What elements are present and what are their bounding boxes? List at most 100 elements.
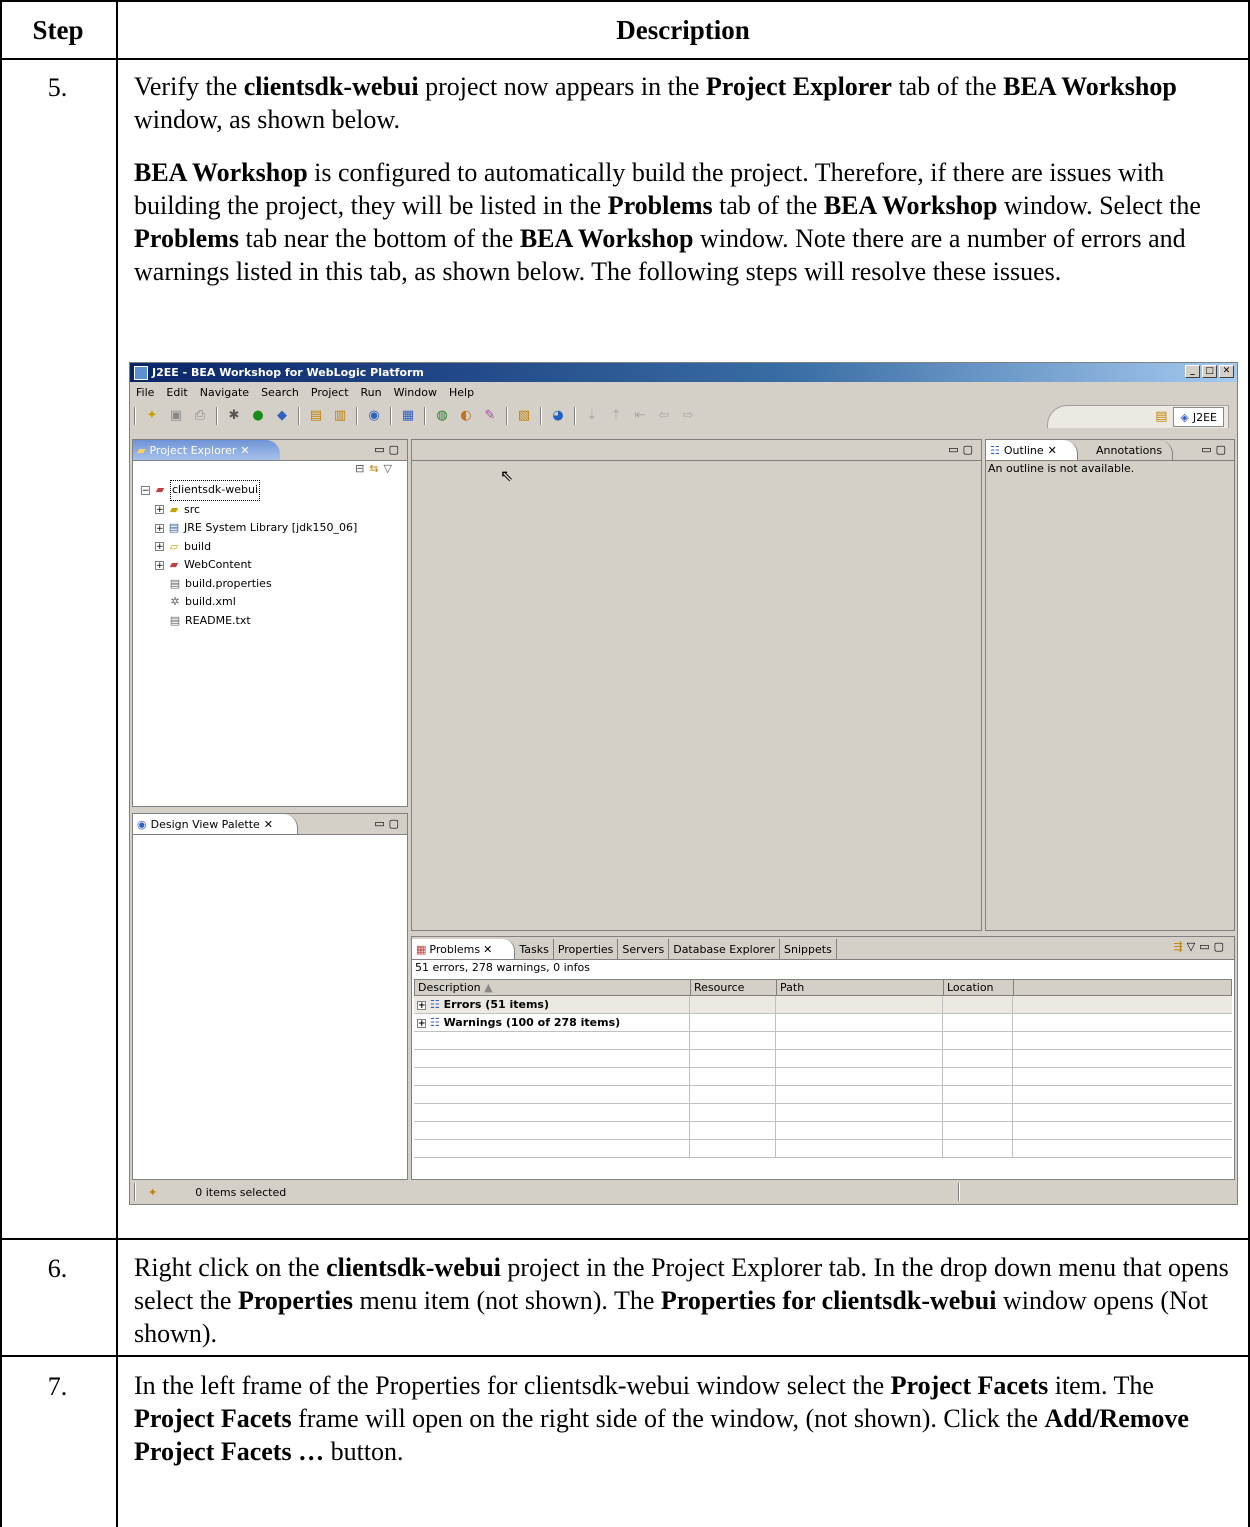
- menu-window[interactable]: Window: [388, 386, 443, 399]
- forward-icon[interactable]: ⇨: [680, 408, 696, 424]
- open-perspective-icon[interactable]: ▤: [1153, 409, 1169, 425]
- tab-label: Problems: [429, 942, 481, 956]
- column-path[interactable]: Path: [777, 980, 944, 995]
- expand-icon[interactable]: +: [417, 1000, 426, 1010]
- tree-item-webcontent[interactable]: + ▰ WebContent: [141, 556, 357, 575]
- text: window, as shown below.: [134, 105, 400, 134]
- close-button[interactable]: ✕: [1219, 365, 1234, 378]
- close-icon[interactable]: ✕: [264, 818, 273, 831]
- minimize-maximize-icons[interactable]: ▭▢: [374, 443, 403, 456]
- table-row-warnings[interactable]: + ☷ Warnings (100 of 278 items): [414, 1014, 1232, 1032]
- wizard-icon[interactable]: ◍: [434, 408, 450, 424]
- column-location[interactable]: Location: [944, 980, 1014, 995]
- tab-database-explorer[interactable]: Database Explorer: [669, 939, 781, 959]
- collapse-icon[interactable]: −: [141, 485, 150, 495]
- filter-icon[interactable]: ⇶: [1174, 940, 1187, 953]
- menu-run[interactable]: Run: [355, 386, 388, 399]
- back-icon[interactable]: ⇦: [656, 408, 672, 424]
- minimize-maximize-icons[interactable]: ▭▢: [1201, 443, 1230, 456]
- expand-icon[interactable]: +: [155, 505, 164, 515]
- text: frame will open on the right side of the…: [291, 1404, 1045, 1433]
- table-row-empty: [414, 1086, 1232, 1104]
- save-icon[interactable]: ▣: [168, 408, 184, 424]
- close-icon[interactable]: ✕: [483, 943, 492, 956]
- view-controls: ⇶▽▭▢: [1174, 940, 1228, 953]
- expand-icon[interactable]: +: [155, 523, 164, 533]
- print-icon[interactable]: ⎙: [192, 408, 208, 424]
- open-type-icon[interactable]: ▤: [308, 408, 324, 424]
- server-icon[interactable]: ◉: [366, 408, 382, 424]
- menu-search[interactable]: Search: [255, 386, 305, 399]
- perspective-j2ee-button[interactable]: ◈ J2EE: [1173, 407, 1224, 427]
- step-number: 6.: [47, 1254, 68, 1283]
- view-menu-icon[interactable]: ▽: [1187, 940, 1199, 953]
- folder-icon[interactable]: ◐: [458, 408, 474, 424]
- toolbar-separator: [506, 407, 508, 425]
- step-5-paragraph-2: BEA Workshop is configured to automatica…: [134, 156, 1232, 288]
- project-explorer-panel: ▰ Project Explorer ✕ ▭▢ ⊟⇆▽ − ▰ clientsd…: [132, 439, 408, 807]
- tab-annotations[interactable]: Annotations: [1088, 440, 1174, 460]
- minimize-maximize-icons[interactable]: ▭▢: [374, 817, 403, 830]
- tree-item-project-root[interactable]: − ▰ clientsdk-webui: [141, 480, 357, 501]
- tab-snippets[interactable]: Snippets: [780, 939, 837, 959]
- table-row-errors[interactable]: + ☷ Errors (51 items): [414, 996, 1232, 1014]
- expand-icon[interactable]: +: [155, 560, 164, 570]
- tree-item-build-properties[interactable]: ▤ build.properties: [141, 575, 357, 594]
- package-icon[interactable]: ▧: [516, 408, 532, 424]
- new-item-icon[interactable]: ✦: [148, 1186, 157, 1199]
- status-separator: [134, 1183, 136, 1201]
- new-icon[interactable]: ✦: [144, 408, 160, 424]
- text: project now appears in the: [418, 72, 706, 101]
- expand-icon[interactable]: +: [417, 1018, 426, 1028]
- pen-icon[interactable]: ✎: [482, 408, 498, 424]
- minimize-maximize-icons[interactable]: ▭▢: [948, 443, 977, 456]
- close-icon[interactable]: ✕: [240, 444, 249, 457]
- run-icon[interactable]: ●: [250, 408, 266, 424]
- tab-outline[interactable]: ☷ Outline ✕: [986, 440, 1078, 460]
- tab-project-explorer[interactable]: ▰ Project Explorer ✕: [133, 440, 280, 460]
- minimize-button[interactable]: _: [1185, 365, 1200, 378]
- globe-icon[interactable]: ◕: [550, 408, 566, 424]
- tree-item-src[interactable]: + ▰ src: [141, 501, 357, 520]
- prev-annotation-icon[interactable]: ⇡: [608, 408, 624, 424]
- tree-item-build[interactable]: + ▱ build: [141, 538, 357, 557]
- tab-label: Annotations: [1096, 443, 1163, 457]
- tree-item-readme[interactable]: ▤ README.txt: [141, 612, 357, 631]
- open-resource-icon[interactable]: ▥: [332, 408, 348, 424]
- toolbar-separator: [540, 407, 542, 425]
- tab-properties[interactable]: Properties: [553, 939, 619, 959]
- mouse-cursor-icon: ⇖: [500, 466, 514, 485]
- deploy-icon[interactable]: ▦: [400, 408, 416, 424]
- tab-problems[interactable]: ▦ Problems ✕: [412, 939, 516, 959]
- menu-edit[interactable]: Edit: [160, 386, 193, 399]
- bold-text: Problems: [134, 224, 239, 253]
- outline-icon: ☷: [990, 443, 1000, 457]
- menu-file[interactable]: File: [130, 386, 160, 399]
- tab-tasks[interactable]: Tasks: [515, 939, 554, 959]
- minimize-maximize-icons[interactable]: ▭▢: [1199, 940, 1228, 953]
- debug-icon[interactable]: ✱: [226, 408, 242, 424]
- last-edit-icon[interactable]: ⇤: [632, 408, 648, 424]
- file-icon: ▤: [169, 576, 181, 590]
- ant-file-icon: ✲: [170, 595, 180, 609]
- column-resource[interactable]: Resource: [691, 980, 777, 995]
- next-annotation-icon[interactable]: ⇣: [584, 408, 600, 424]
- expand-icon[interactable]: +: [155, 542, 164, 552]
- link-editor-icon[interactable]: ⇆: [369, 462, 383, 475]
- tab-design-view-palette[interactable]: ◉ Design View Palette ✕: [133, 814, 299, 834]
- step-number: 5.: [47, 73, 68, 102]
- menu-navigate[interactable]: Navigate: [194, 386, 255, 399]
- tree-item-jre-library[interactable]: + ▤ JRE System Library [jdk150_06]: [141, 519, 357, 538]
- close-icon[interactable]: ✕: [1048, 444, 1057, 457]
- tree-item-build-xml[interactable]: ✲ build.xml: [141, 593, 357, 612]
- menu-help[interactable]: Help: [443, 386, 480, 399]
- maximize-button[interactable]: □: [1202, 365, 1217, 378]
- collapse-all-icon[interactable]: ⊟: [355, 462, 369, 475]
- column-description[interactable]: Description ▲: [415, 980, 691, 995]
- view-menu-icon[interactable]: ▽: [384, 462, 397, 475]
- menu-project[interactable]: Project: [305, 386, 355, 399]
- tab-servers[interactable]: Servers: [618, 939, 670, 959]
- external-tools-icon[interactable]: ◆: [274, 408, 290, 424]
- j2ee-icon: ◈: [1180, 410, 1189, 424]
- web-project-icon: ▰: [155, 483, 165, 497]
